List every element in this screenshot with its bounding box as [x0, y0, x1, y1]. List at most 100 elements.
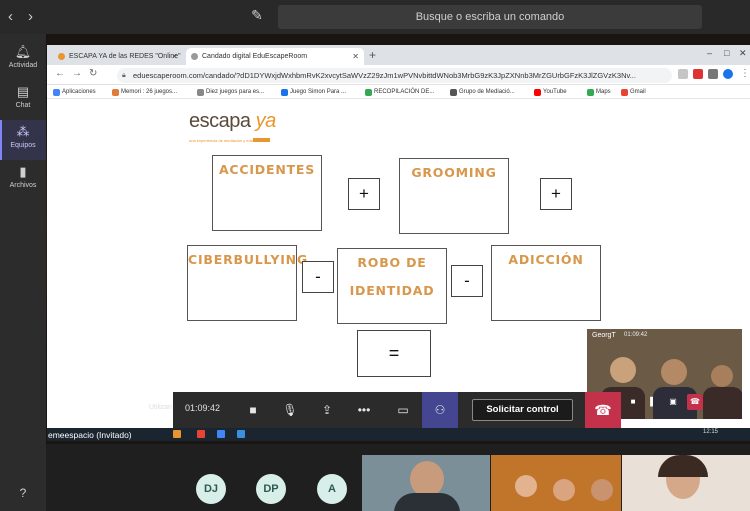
- bookmark-favicon-icon: [197, 89, 204, 96]
- rail-item-label: Archivos: [9, 182, 37, 189]
- taskbar-app-icon: [237, 430, 245, 438]
- rail-item-label: Actividad: [8, 62, 38, 69]
- overlay-text: Utilizan: [149, 404, 172, 411]
- tab-favicon-icon: [58, 53, 65, 60]
- bookmark-label: RECOPILACIÓN DE...: [374, 89, 435, 95]
- bookmark-item[interactable]: Memori : 26 juegos...: [112, 86, 177, 98]
- taskbar-app-icon: [197, 430, 205, 438]
- word-box-robo-identidad[interactable]: ROBO DE IDENTIDAD: [337, 248, 447, 324]
- extension-icon[interactable]: [708, 69, 718, 79]
- file-icon: ▮: [19, 164, 27, 179]
- address-bar[interactable]: 🔒︎ eduescaperoom.com/candado/?dD1DYWxjdW…: [117, 68, 672, 83]
- participant-video-tile[interactable]: [622, 455, 750, 511]
- camera-icon[interactable]: ■: [625, 394, 641, 410]
- share-icon[interactable]: ▣: [665, 394, 681, 410]
- close-tab-icon[interactable]: ✕: [352, 48, 359, 65]
- participant-face: [515, 475, 537, 497]
- tab-favicon-icon: [191, 53, 198, 60]
- rail-item-activity[interactable]: 🔔︎ Actividad: [0, 40, 46, 80]
- bookmark-favicon-icon: [112, 89, 119, 96]
- browser-tab[interactable]: ESCAPA YA de las REDES "Online" ✕: [53, 48, 183, 65]
- bookmark-favicon-icon: [281, 89, 288, 96]
- bookmark-item[interactable]: RECOPILACIÓN DE...: [365, 86, 434, 98]
- bookmark-item[interactable]: Juego Simon Para ...: [281, 86, 346, 98]
- bookmark-label: Gmail: [630, 89, 646, 95]
- url-text: eduescaperoom.com/candado/?dD1DYWxjdWxhb…: [133, 71, 636, 80]
- teams-titlebar: ‹ › ✎ Busque o escriba un comando: [0, 0, 750, 34]
- help-icon[interactable]: ?: [0, 486, 46, 500]
- back-arrow-icon[interactable]: ‹: [8, 8, 13, 25]
- word-label: ROBO DE: [357, 255, 427, 270]
- participant-avatar[interactable]: DP: [256, 474, 286, 504]
- word-box-accidentes[interactable]: ACCIDENTES: [212, 155, 322, 231]
- word-label: IDENTIDAD: [349, 283, 435, 298]
- taskbar-app-icon: [173, 430, 181, 438]
- bookmark-item[interactable]: Aplicaciones: [53, 86, 96, 98]
- bookmark-item[interactable]: YouTube: [534, 86, 567, 98]
- forward-arrow-icon[interactable]: ›: [28, 8, 33, 25]
- word-box-grooming[interactable]: GROOMING: [399, 158, 509, 234]
- gmail-icon: [621, 89, 628, 96]
- browser-tab-active[interactable]: Candado digital EduEscapeRoom ✕: [186, 48, 364, 65]
- logo-text: escapa: [189, 110, 251, 132]
- bookmarks-bar: Aplicaciones Memori : 26 juegos... Diez …: [47, 85, 750, 99]
- rail-item-label: Chat: [15, 102, 31, 109]
- bookmark-item[interactable]: Grupo de Mediació...: [450, 86, 515, 98]
- participant-face: [661, 359, 687, 385]
- more-options-icon[interactable]: •••: [354, 400, 374, 420]
- menu-dots-icon[interactable]: ⋮: [740, 68, 750, 79]
- participant-face: [591, 479, 613, 501]
- reload-icon[interactable]: ↻: [89, 68, 97, 79]
- browser-forward-icon[interactable]: →: [72, 68, 82, 79]
- word-box-ciberbullying[interactable]: CIBERBULLYING: [187, 245, 307, 321]
- participant-hair: [658, 455, 708, 477]
- chat-icon[interactable]: ▭: [393, 400, 413, 420]
- youtube-icon: [534, 89, 541, 96]
- request-control-button[interactable]: Solicitar control: [472, 399, 573, 421]
- mic-icon[interactable]: ▌: [645, 394, 661, 410]
- operator-minus: -: [302, 261, 334, 293]
- taskbar-clock: 12:15: [703, 429, 719, 435]
- browser-back-icon[interactable]: ←: [55, 68, 65, 79]
- participants-icon[interactable]: ⚇: [422, 392, 458, 428]
- operator-plus: +: [348, 178, 380, 210]
- word-label: ACCIDENTES: [218, 162, 316, 177]
- compose-icon[interactable]: ✎: [248, 7, 266, 25]
- bookmark-item[interactable]: Gmail: [621, 86, 646, 98]
- close-window-icon[interactable]: ✕: [739, 48, 747, 59]
- close-tab-icon[interactable]: ✕: [171, 48, 178, 65]
- bookmark-favicon-icon: [365, 89, 372, 96]
- profile-icon[interactable]: [723, 69, 733, 79]
- bookmark-item[interactable]: Diez juegos para es...: [197, 86, 264, 98]
- new-tab-icon[interactable]: +: [369, 48, 376, 62]
- apps-icon: [53, 89, 60, 96]
- participant-avatar[interactable]: DJ: [196, 474, 226, 504]
- extension-icon[interactable]: [678, 69, 688, 79]
- participant-face: [410, 461, 444, 497]
- rail-item-chat[interactable]: ▤ Chat: [0, 80, 46, 120]
- share-screen-icon[interactable]: ⇪: [317, 400, 337, 420]
- participant-avatar[interactable]: A: [317, 474, 347, 504]
- call-timer: 01:09:42: [185, 403, 221, 413]
- hangup-button[interactable]: ☎: [585, 392, 621, 428]
- logo-text-ya: ya: [255, 110, 277, 132]
- maximize-icon[interactable]: □: [724, 48, 729, 58]
- pip-participant-name: GeorgT: [592, 332, 616, 339]
- bookmark-label: Memori : 26 juegos...: [121, 89, 178, 95]
- word-box-adiccion[interactable]: ADICCIÓN: [491, 245, 601, 321]
- search-box[interactable]: Busque o escriba un comando: [278, 5, 702, 29]
- word-label: ADICCIÓN: [508, 252, 584, 267]
- rail-item-teams[interactable]: ⁂ Equipos: [0, 120, 46, 160]
- pip-timer: 01:09:42: [624, 332, 648, 338]
- participant-video-tile[interactable]: [491, 455, 621, 511]
- rail-item-files[interactable]: ▮ Archivos: [0, 160, 46, 200]
- minimize-icon[interactable]: –: [707, 48, 712, 58]
- bookmark-item[interactable]: Maps: [587, 86, 611, 98]
- participant-video-tile[interactable]: [362, 455, 490, 511]
- extension-icon[interactable]: [693, 69, 703, 79]
- camera-icon[interactable]: ■: [243, 400, 263, 420]
- operator-plus: +: [540, 178, 572, 210]
- mic-icon[interactable]: 🎙︎: [280, 400, 300, 420]
- hangup-icon[interactable]: ☎: [687, 394, 703, 410]
- teams-icon: ⁂: [16, 124, 30, 139]
